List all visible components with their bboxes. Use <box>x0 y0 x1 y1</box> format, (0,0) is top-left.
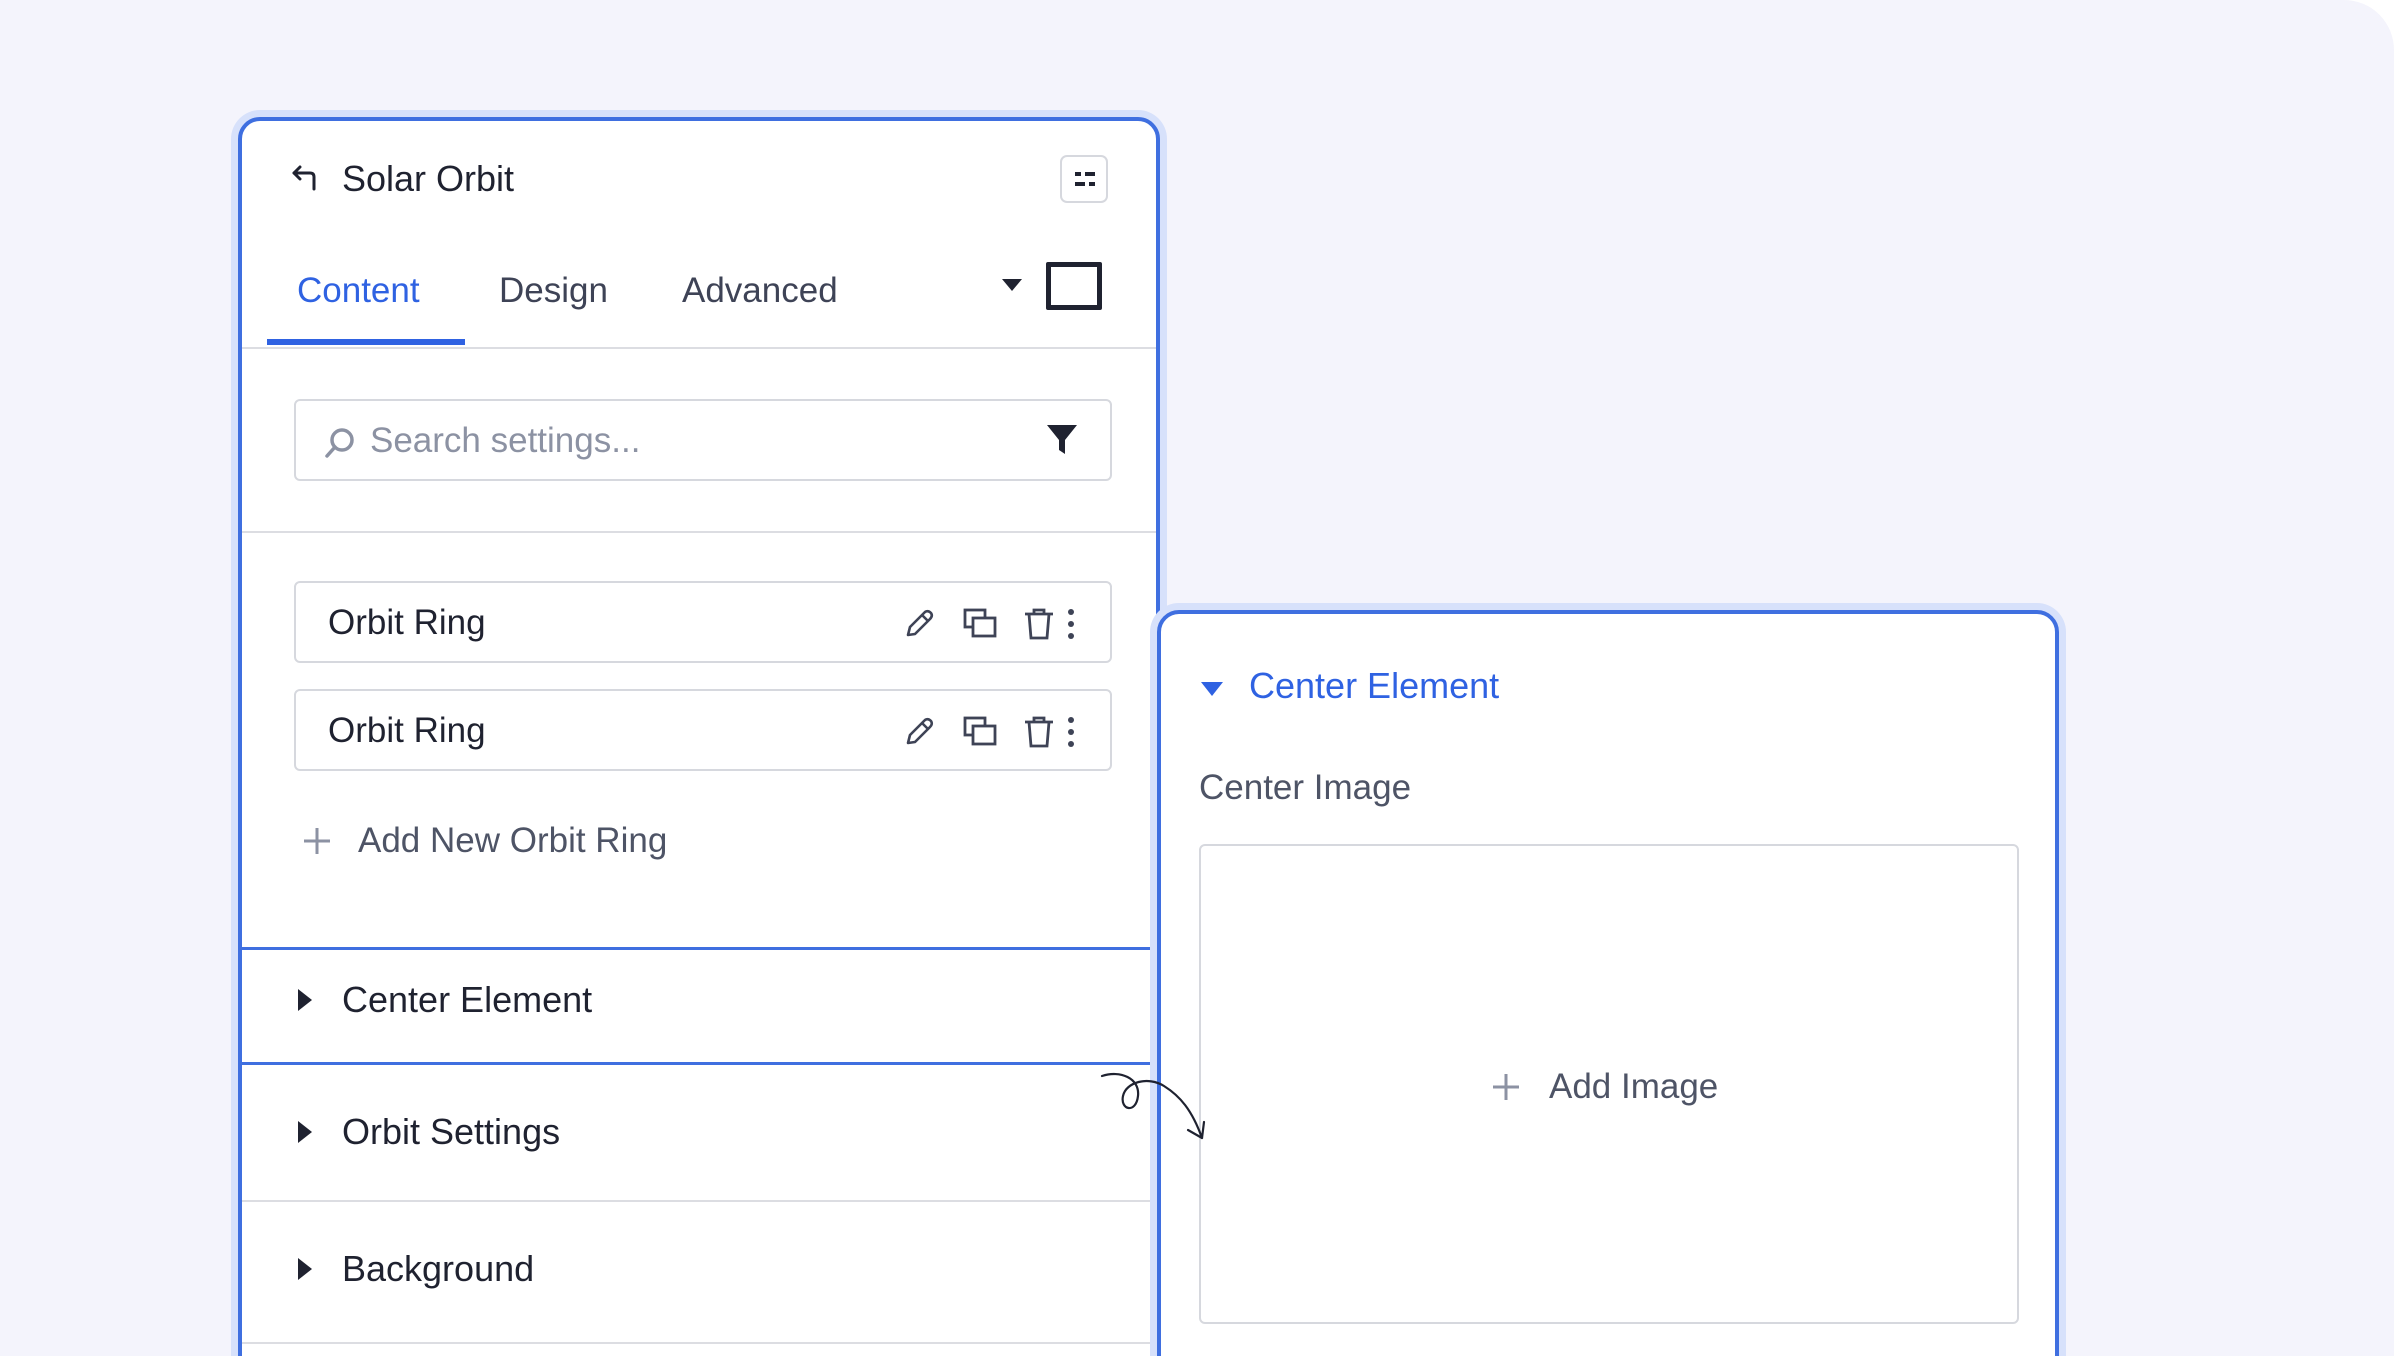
caret-right-icon <box>298 1121 312 1143</box>
pencil-icon[interactable] <box>902 715 936 749</box>
section-divider <box>242 1342 1156 1344</box>
plus-icon <box>304 828 330 854</box>
back-arrow-icon[interactable] <box>292 163 322 193</box>
image-dropzone[interactable]: Add Image <box>1199 844 2019 1324</box>
section-label: Center Element <box>342 979 593 1020</box>
trash-icon[interactable] <box>1023 715 1055 749</box>
center-image-label: Center Image <box>1199 768 1412 807</box>
caret-down-icon[interactable] <box>1201 682 1223 696</box>
center-element-detail-panel: Center Element Center Image Add Image <box>1157 610 2059 1356</box>
tab-content[interactable]: Content <box>297 269 420 313</box>
search-input[interactable] <box>370 413 1010 469</box>
section-label: Background <box>342 1248 535 1289</box>
canvas-background: Solar Orbit Content Design Advanced Sear… <box>0 0 2394 1356</box>
repeater-item-label: Orbit Ring <box>328 711 486 750</box>
filter-icon[interactable] <box>1046 423 1078 457</box>
caret-right-icon <box>298 989 312 1011</box>
settings-panel: Solar Orbit Content Design Advanced Sear… <box>238 117 1160 1356</box>
caret-down-icon[interactable] <box>1002 279 1022 291</box>
duplicate-icon[interactable] <box>962 607 998 641</box>
trash-icon[interactable] <box>1023 607 1055 641</box>
search-divider <box>242 531 1156 533</box>
more-vertical-icon[interactable] <box>1066 607 1076 641</box>
plus-icon <box>1493 1074 1519 1100</box>
layout-toggle-icon <box>1075 172 1095 186</box>
duplicate-icon[interactable] <box>962 715 998 749</box>
repeater-item[interactable]: Orbit Ring <box>294 689 1112 771</box>
add-image-label: Add Image <box>1549 1067 1719 1106</box>
add-orbit-ring-label: Add New Orbit Ring <box>358 821 668 860</box>
connector-arrow-icon <box>1100 1072 1206 1140</box>
search-icon <box>325 428 354 458</box>
tab-design[interactable]: Design <box>499 269 608 313</box>
panel-header: Solar Orbit <box>242 121 1156 231</box>
section-background[interactable]: Background <box>242 1202 1156 1338</box>
tab-advanced[interactable]: Advanced <box>682 269 838 313</box>
section-orbit-settings[interactable]: Orbit Settings <box>242 1065 1156 1197</box>
repeater-item[interactable]: Orbit Ring <box>294 581 1112 663</box>
tabs-divider <box>242 347 1156 349</box>
section-center-element[interactable]: Center Element <box>242 950 1156 1062</box>
search-box[interactable] <box>294 399 1112 481</box>
section-label: Orbit Settings <box>342 1111 561 1152</box>
layout-toggle-button[interactable] <box>1060 155 1108 203</box>
repeater-item-label: Orbit Ring <box>328 603 486 642</box>
active-tab-indicator <box>267 339 465 345</box>
panel-title: Solar Orbit <box>342 158 515 199</box>
responsive-toggle-button[interactable] <box>1046 262 1102 310</box>
caret-right-icon <box>298 1258 312 1280</box>
more-vertical-icon[interactable] <box>1066 715 1076 749</box>
pencil-icon[interactable] <box>902 607 936 641</box>
detail-title[interactable]: Center Element <box>1249 664 1499 708</box>
